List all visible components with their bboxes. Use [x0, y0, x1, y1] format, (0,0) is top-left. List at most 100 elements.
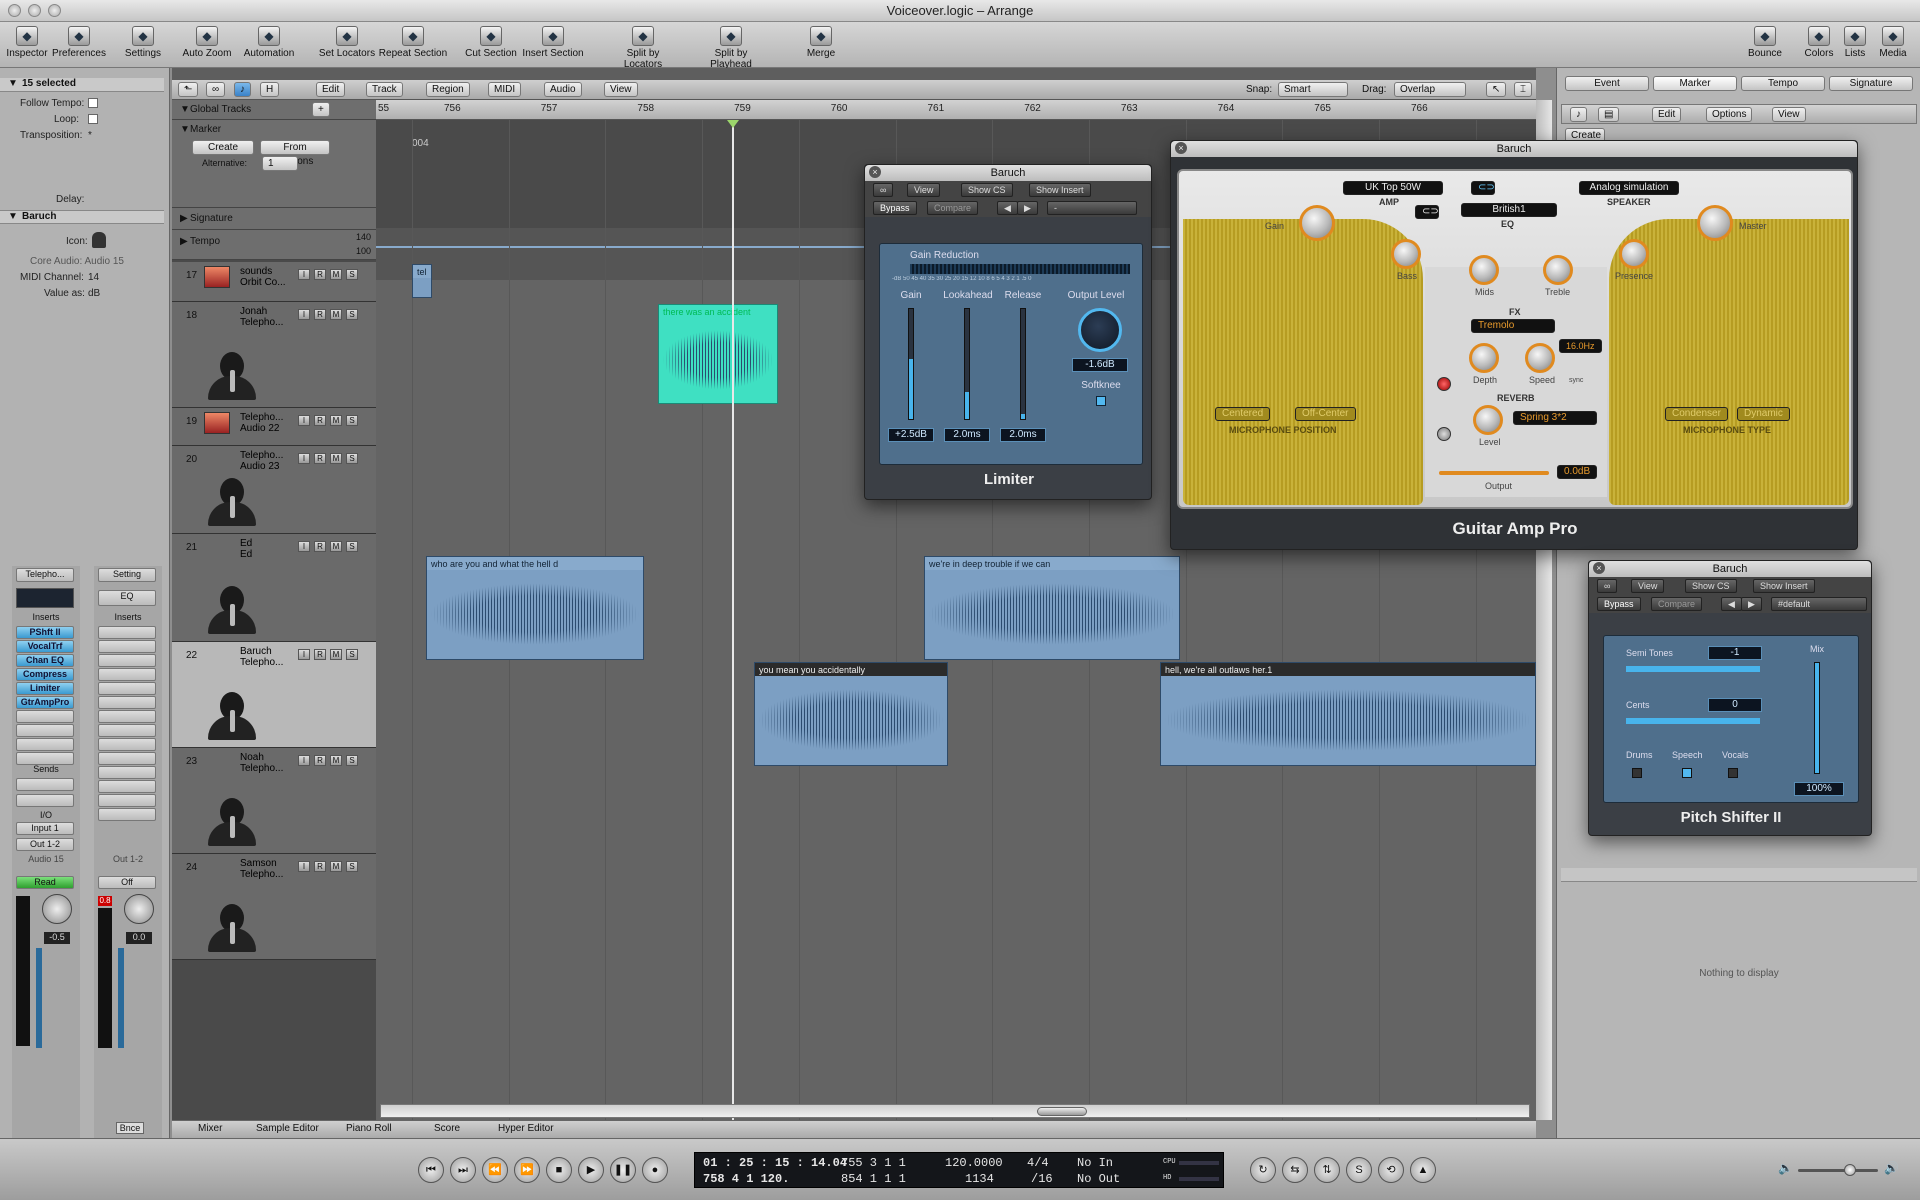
snap-select[interactable]: Smart: [1278, 82, 1348, 97]
record-icon[interactable]: ●: [642, 1157, 668, 1183]
insert-slot[interactable]: Chan EQ: [16, 654, 74, 667]
pause-icon[interactable]: ❚❚: [610, 1157, 636, 1183]
gain-slider[interactable]: [908, 308, 914, 420]
add-global-track-icon[interactable]: +: [312, 102, 330, 117]
automation-mode-button[interactable]: Read: [16, 876, 74, 889]
mids-knob[interactable]: [1469, 255, 1499, 285]
solo-button[interactable]: S: [346, 541, 358, 552]
insert-slot[interactable]: GtrAmpPro: [16, 696, 74, 709]
follow-tempo-checkbox[interactable]: [88, 98, 98, 108]
pointer-tool-icon[interactable]: ↖: [1486, 82, 1507, 97]
input-monitor-button[interactable]: I: [298, 755, 310, 766]
solo-button[interactable]: S: [346, 861, 358, 872]
replace-icon[interactable]: ⇅: [1314, 1157, 1340, 1183]
mute-button[interactable]: M: [330, 861, 342, 872]
channel-setting-button[interactable]: Telepho...: [16, 568, 74, 582]
record-enable-button[interactable]: R: [314, 453, 326, 464]
midi-channel-value[interactable]: 14: [88, 272, 99, 283]
track-header[interactable]: 22 Baruch Telepho... I R M S: [172, 642, 376, 748]
mute-button[interactable]: M: [330, 415, 342, 426]
close-window-icon[interactable]: [8, 4, 21, 17]
output-level-knob[interactable]: [1078, 308, 1122, 352]
link-icon[interactable]: ∞: [1597, 579, 1618, 593]
fx-model-select[interactable]: Tremolo: [1471, 319, 1555, 333]
insert-slot[interactable]: PShft II: [16, 626, 74, 639]
local-menu-audio[interactable]: Audio: [544, 82, 582, 97]
send-slot[interactable]: [16, 794, 74, 807]
toolbar-insert-section-button[interactable]: ◆ Insert Section: [518, 26, 588, 59]
input-monitor-button[interactable]: I: [298, 861, 310, 872]
semi-tones-slider[interactable]: [1626, 666, 1760, 672]
track-header[interactable]: 19 Telepho... Audio 22 I R M S: [172, 408, 376, 446]
volume-fader[interactable]: [36, 948, 42, 1048]
sync-icon[interactable]: ⟲: [1378, 1157, 1404, 1183]
drag-select[interactable]: Overlap: [1394, 82, 1466, 97]
go-to-start-icon[interactable]: ⏮: [418, 1157, 444, 1183]
disclosure-triangle-icon[interactable]: ▼: [180, 124, 190, 135]
track-header[interactable]: 17 sounds Orbit Co... I R M S: [172, 262, 376, 302]
input-monitor-button[interactable]: I: [298, 541, 310, 552]
link-eq-icon[interactable]: ⊂⊃: [1471, 181, 1495, 195]
input-monitor-button[interactable]: I: [298, 415, 310, 426]
insert-slot[interactable]: [16, 724, 74, 737]
back-button[interactable]: ⬑: [178, 82, 199, 97]
volume-fader[interactable]: [118, 948, 124, 1048]
view-menu[interactable]: View: [907, 183, 941, 197]
solo-button[interactable]: S: [346, 309, 358, 320]
output-slider[interactable]: [1439, 471, 1549, 475]
track-header[interactable]: 23 Noah Telepho... I R M S: [172, 748, 376, 854]
record-enable-button[interactable]: R: [314, 269, 326, 280]
region-tel[interactable]: tel: [412, 264, 432, 298]
play-icon[interactable]: ▶: [578, 1157, 604, 1183]
input-monitor-button[interactable]: I: [298, 453, 310, 464]
master-volume-slider[interactable]: [1798, 1164, 1878, 1176]
lookahead-slider[interactable]: [964, 308, 970, 420]
tab-mixer[interactable]: Mixer: [198, 1123, 222, 1134]
stop-icon[interactable]: ■: [546, 1157, 572, 1183]
channel-setting-button[interactable]: Setting: [98, 568, 156, 582]
insert-slot[interactable]: [16, 710, 74, 723]
list-options-menu[interactable]: Options: [1706, 107, 1753, 122]
previous-preset-icon[interactable]: ◀: [997, 201, 1018, 215]
reverb-power-icon[interactable]: [1437, 427, 1451, 441]
global-tracks-header[interactable]: ▼ Global Tracks +: [172, 100, 376, 120]
tab-sample-editor[interactable]: Sample Editor: [256, 1123, 319, 1134]
alternative-select[interactable]: 1: [262, 156, 298, 171]
region-there-was-an-accident[interactable]: there was an accident: [658, 304, 778, 404]
amp-model-select[interactable]: UK Top 50W: [1343, 181, 1443, 195]
close-plugin-icon[interactable]: ×: [1593, 562, 1605, 574]
fast-forward-icon[interactable]: ⏩: [514, 1157, 540, 1183]
insert-slot[interactable]: [98, 780, 156, 793]
master-knob[interactable]: [1697, 205, 1733, 241]
eq-thumbnail[interactable]: [16, 588, 74, 608]
mute-button[interactable]: M: [330, 309, 342, 320]
insert-slot[interactable]: [98, 668, 156, 681]
toolbar-cut-section-button[interactable]: ◆ Cut Section: [456, 26, 526, 59]
insert-slot[interactable]: VocalTrf: [16, 640, 74, 653]
insert-slot[interactable]: [98, 724, 156, 737]
minimize-window-icon[interactable]: [28, 4, 41, 17]
local-menu-edit[interactable]: Edit: [316, 82, 346, 97]
speed-knob[interactable]: [1525, 343, 1555, 373]
pan-knob[interactable]: [124, 894, 154, 924]
alternate-tool-icon[interactable]: ⌶: [1514, 82, 1532, 97]
region-deep-trouble[interactable]: we're in deep trouble if we can: [924, 556, 1180, 660]
zoom-window-icon[interactable]: [48, 4, 61, 17]
toolbar-auto-zoom-button[interactable]: ◆ Auto Zoom: [172, 26, 242, 59]
scroll-thumb[interactable]: [1037, 1107, 1087, 1116]
peak-indicator[interactable]: 0.8: [98, 896, 112, 906]
bypass-button[interactable]: Bypass: [1597, 597, 1641, 611]
link-icon[interactable]: ∞: [873, 183, 894, 197]
mute-button[interactable]: M: [330, 453, 342, 464]
toolbar-automation-button[interactable]: ◆ Automation: [234, 26, 304, 59]
show-insert-menu[interactable]: Show Insert: [1753, 579, 1815, 593]
track-header[interactable]: 21 Ed Ed I R M S: [172, 534, 376, 642]
view-menu[interactable]: View: [1631, 579, 1665, 593]
depth-knob[interactable]: [1469, 343, 1499, 373]
insert-slot[interactable]: [98, 752, 156, 765]
solo-icon[interactable]: S: [1346, 1157, 1372, 1183]
insert-slot[interactable]: [16, 738, 74, 751]
compare-button[interactable]: Compare: [1651, 597, 1703, 611]
tempo-track-header[interactable]: ▶ Tempo 140 100: [172, 230, 376, 260]
insert-slot[interactable]: [98, 654, 156, 667]
